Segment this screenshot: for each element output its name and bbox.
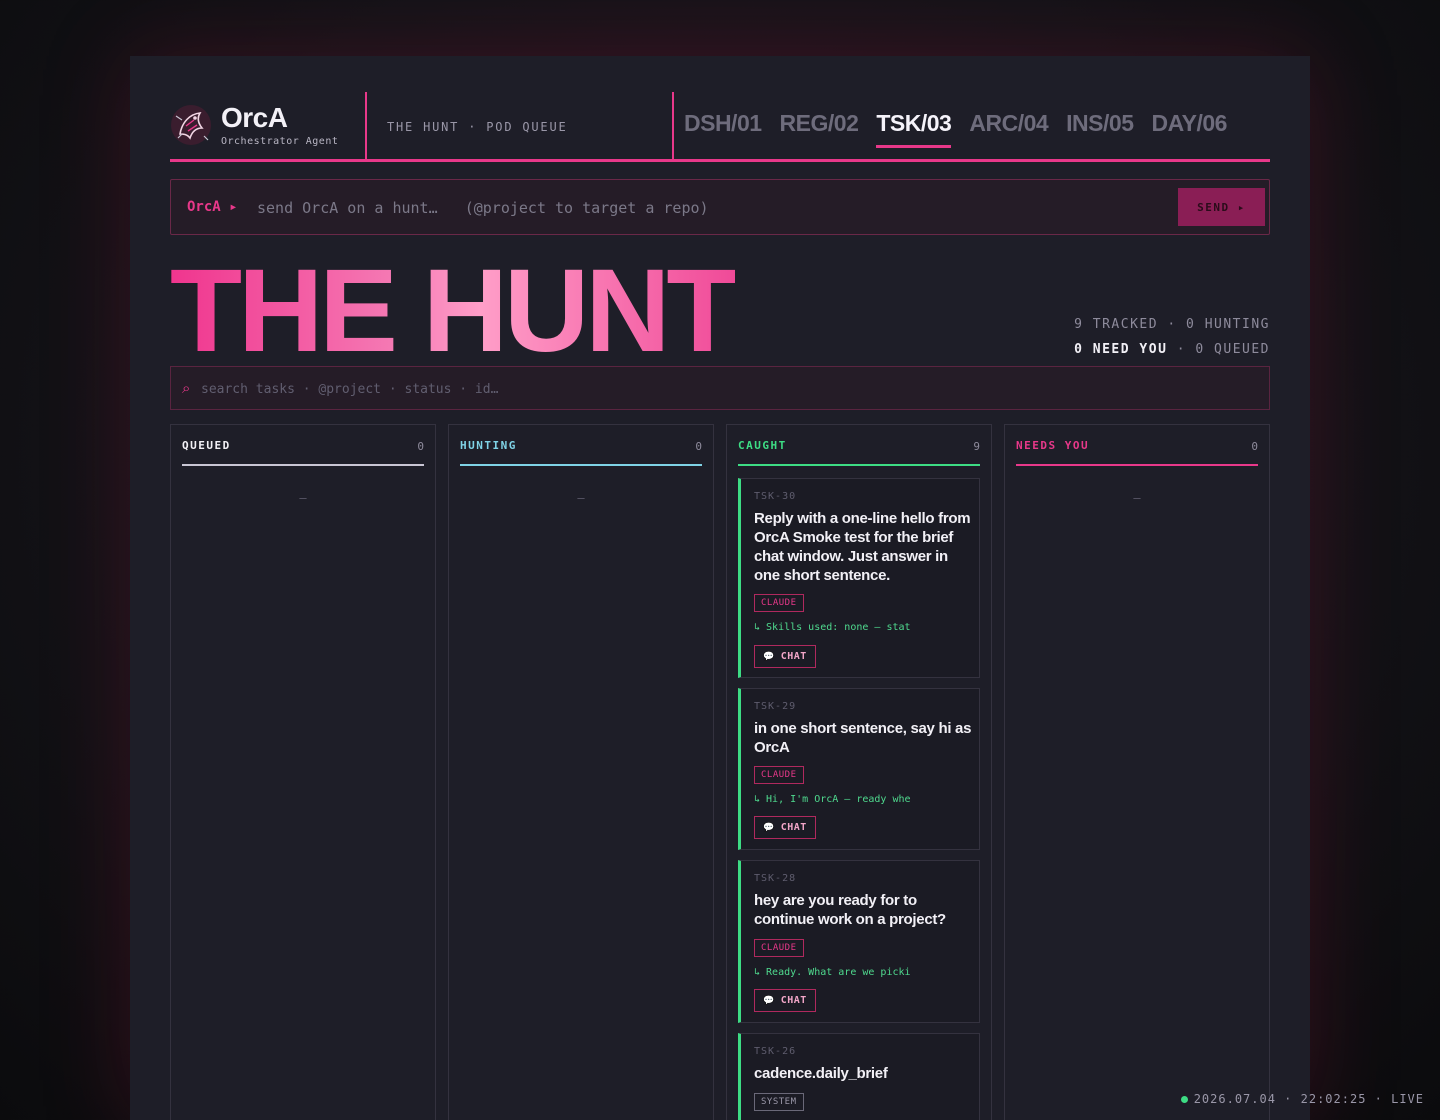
search-bar: ⌕ xyxy=(170,366,1270,410)
search-input[interactable] xyxy=(201,374,1251,404)
task-reply-preview: ↳ Skills used: none — stat xyxy=(754,622,911,633)
column-hunting: HUNTING 0 – xyxy=(448,424,714,1120)
stats-line-need-you: 0 NEED YOU · 0 QUEUED xyxy=(1074,337,1270,362)
column-count: 0 xyxy=(417,440,424,453)
brand-name: OrcA xyxy=(221,102,288,133)
breadcrumb: THE HUNT · POD QUEUE xyxy=(387,120,568,134)
tab-reg[interactable]: REG/02 xyxy=(780,110,859,148)
command-prompt: OrcA ▸ xyxy=(187,199,238,215)
column-empty-placeholder: – xyxy=(1133,491,1141,505)
page-title: THE HUNT xyxy=(170,245,739,377)
chat-button[interactable]: 💬 CHAT xyxy=(754,989,816,1012)
chat-button[interactable]: 💬 CHAT xyxy=(754,816,816,839)
command-input[interactable] xyxy=(257,192,1157,224)
status-datetime: 2026.07.04 · 22:02:25 · LIVE xyxy=(1193,1092,1424,1106)
task-card[interactable]: TSK-26 cadence.daily_brief SYSTEM xyxy=(738,1033,980,1120)
column-count: 0 xyxy=(695,440,702,453)
column-title: CAUGHT xyxy=(738,439,787,452)
task-card[interactable]: TSK-29 in one short sentence, say hi as … xyxy=(738,688,980,850)
task-title: hey are you ready for to continue work o… xyxy=(754,892,946,928)
command-bar: OrcA ▸ SEND ▸ xyxy=(170,179,1270,235)
task-card[interactable]: TSK-30 Reply with a one-line hello from … xyxy=(738,478,980,678)
tab-dsh[interactable]: DSH/01 xyxy=(684,110,762,148)
send-button[interactable]: SEND ▸ xyxy=(1178,188,1265,226)
task-title: cadence.daily_brief xyxy=(754,1065,888,1082)
chat-button-label: CHAT xyxy=(780,651,807,662)
agent-badge: CLAUDE xyxy=(754,766,804,784)
agent-badge: SYSTEM xyxy=(754,1093,804,1111)
chat-button-label: CHAT xyxy=(780,822,807,833)
column-title: NEEDS YOU xyxy=(1016,439,1090,452)
task-id: TSK-29 xyxy=(754,701,797,712)
column-empty-placeholder: – xyxy=(577,491,585,505)
column-header: NEEDS YOU 0 xyxy=(1016,425,1258,466)
main-nav: DSH/01 REG/02 TSK/03 ARC/04 INS/05 DAY/0… xyxy=(684,110,1227,148)
task-stats: 9 TRACKED · 0 HUNTING 0 NEED YOU · 0 QUE… xyxy=(1074,312,1270,362)
column-header: HUNTING 0 xyxy=(460,425,702,466)
live-status: 2026.07.04 · 22:02:25 · LIVE xyxy=(1180,1092,1424,1106)
column-needs-you: NEEDS YOU 0 – xyxy=(1004,424,1270,1120)
column-count: 9 xyxy=(973,440,980,453)
tab-day[interactable]: DAY/06 xyxy=(1152,110,1228,148)
task-id: TSK-28 xyxy=(754,873,797,884)
search-icon: ⌕ xyxy=(182,379,191,397)
chat-button[interactable]: 💬 CHAT xyxy=(754,645,816,668)
column-count: 0 xyxy=(1251,440,1258,453)
chat-bubble-icon: 💬 xyxy=(763,822,775,833)
column-header: CAUGHT 9 xyxy=(738,425,980,466)
task-id: TSK-30 xyxy=(754,491,797,502)
task-reply-preview: ↳ Hi, I'm OrcA — ready whe xyxy=(754,794,911,805)
header-divider xyxy=(672,92,674,159)
tab-tsk[interactable]: TSK/03 xyxy=(876,110,952,148)
column-title: HUNTING xyxy=(460,439,517,452)
need-you-count: 0 NEED YOU xyxy=(1074,342,1168,357)
task-card[interactable]: TSK-28 hey are you ready for to continue… xyxy=(738,860,980,1023)
live-indicator-icon xyxy=(1180,1095,1188,1103)
column-queued: QUEUED 0 – xyxy=(170,424,436,1120)
task-reply-preview: ↳ Ready. What are we picki xyxy=(754,967,911,978)
tab-arc[interactable]: ARC/04 xyxy=(969,110,1048,148)
task-title: Reply with a one-line hello from OrcA Sm… xyxy=(754,510,971,584)
chat-bubble-icon: 💬 xyxy=(763,651,775,662)
header-divider xyxy=(365,92,367,159)
tab-ins[interactable]: INS/05 xyxy=(1066,110,1134,148)
task-id: TSK-26 xyxy=(754,1046,797,1057)
top-header: OrcA Orchestrator Agent THE HUNT · POD Q… xyxy=(170,92,1270,162)
column-empty-placeholder: – xyxy=(299,491,307,505)
queued-count: · 0 QUEUED xyxy=(1167,342,1270,357)
task-title: in one short sentence, say hi as OrcA xyxy=(754,720,972,756)
agent-badge: CLAUDE xyxy=(754,594,804,612)
stats-line-tracked: 9 TRACKED · 0 HUNTING xyxy=(1074,317,1270,332)
column-caught: CAUGHT 9 TSK-30 Reply with a one-line he… xyxy=(726,424,992,1120)
app-frame: OrcA Orchestrator Agent THE HUNT · POD Q… xyxy=(130,56,1310,1120)
agent-badge: CLAUDE xyxy=(754,939,804,957)
chat-button-label: CHAT xyxy=(780,995,807,1006)
column-header: QUEUED 0 xyxy=(182,425,424,466)
chat-bubble-icon: 💬 xyxy=(763,995,775,1006)
brand-subtitle: Orchestrator Agent xyxy=(221,136,339,147)
column-title: QUEUED xyxy=(182,439,231,452)
orca-logo-icon xyxy=(170,104,212,146)
